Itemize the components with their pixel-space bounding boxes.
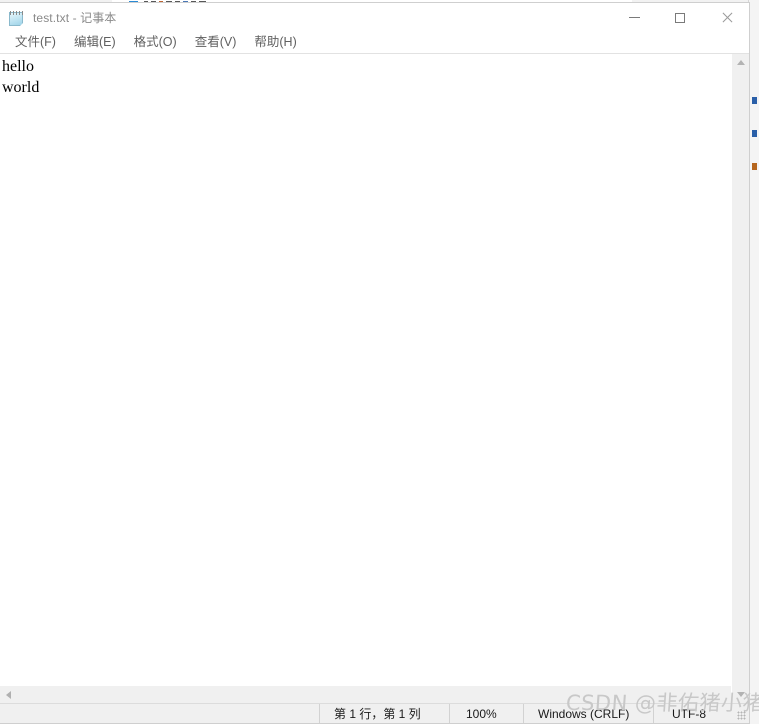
status-cursor-position: 第 1 行，第 1 列: [319, 704, 449, 723]
minimize-icon: [628, 17, 640, 18]
horizontal-scrollbar[interactable]: [0, 685, 731, 703]
background-fleck: [752, 163, 757, 170]
scroll-left-button[interactable]: [0, 686, 17, 703]
status-encoding: UTF-8: [653, 704, 733, 723]
status-zoom-level[interactable]: 100%: [449, 704, 523, 723]
window-controls: [611, 3, 749, 32]
window-title: test.txt - 记事本: [33, 11, 117, 25]
vertical-scrollbar[interactable]: [731, 54, 749, 703]
background-fleck: [752, 97, 757, 104]
status-line-ending: Windows (CRLF): [523, 704, 653, 723]
client-area: hello world: [0, 53, 749, 703]
vertical-scrollbar-track[interactable]: [732, 71, 749, 686]
notepad-window: test.txt - 记事本 文件(F) 编辑(E) 格式(O) 查看(V) 帮…: [0, 2, 750, 724]
resize-grip-dots: [737, 711, 746, 720]
menu-item-help[interactable]: 帮助(H): [245, 32, 305, 53]
menu-item-format[interactable]: 格式(O): [125, 32, 186, 53]
menu-bar: 文件(F) 编辑(E) 格式(O) 查看(V) 帮助(H): [0, 32, 749, 53]
resize-grip[interactable]: [733, 704, 749, 723]
menu-item-edit[interactable]: 编辑(E): [65, 32, 125, 53]
close-icon: [721, 12, 732, 23]
scroll-up-button[interactable]: [732, 54, 749, 71]
status-bar: 第 1 行，第 1 列 100% Windows (CRLF) UTF-8: [0, 703, 749, 723]
title-bar[interactable]: test.txt - 记事本: [0, 3, 749, 32]
text-editor[interactable]: hello world: [0, 54, 731, 685]
menu-item-file[interactable]: 文件(F): [6, 32, 65, 53]
chevron-up-icon: [736, 60, 745, 65]
scroll-down-button[interactable]: [732, 686, 749, 703]
status-bar-spacer: [0, 704, 319, 723]
chevron-left-icon: [6, 690, 11, 699]
menu-item-view[interactable]: 查看(V): [186, 32, 246, 53]
text-region: hello world: [0, 54, 731, 703]
background-fleck: [752, 130, 757, 137]
maximize-icon: [675, 12, 685, 23]
close-button[interactable]: [703, 3, 749, 32]
notepad-icon: [9, 10, 25, 26]
maximize-button[interactable]: [657, 3, 703, 32]
chevron-down-icon: [736, 692, 745, 697]
minimize-button[interactable]: [611, 3, 657, 32]
